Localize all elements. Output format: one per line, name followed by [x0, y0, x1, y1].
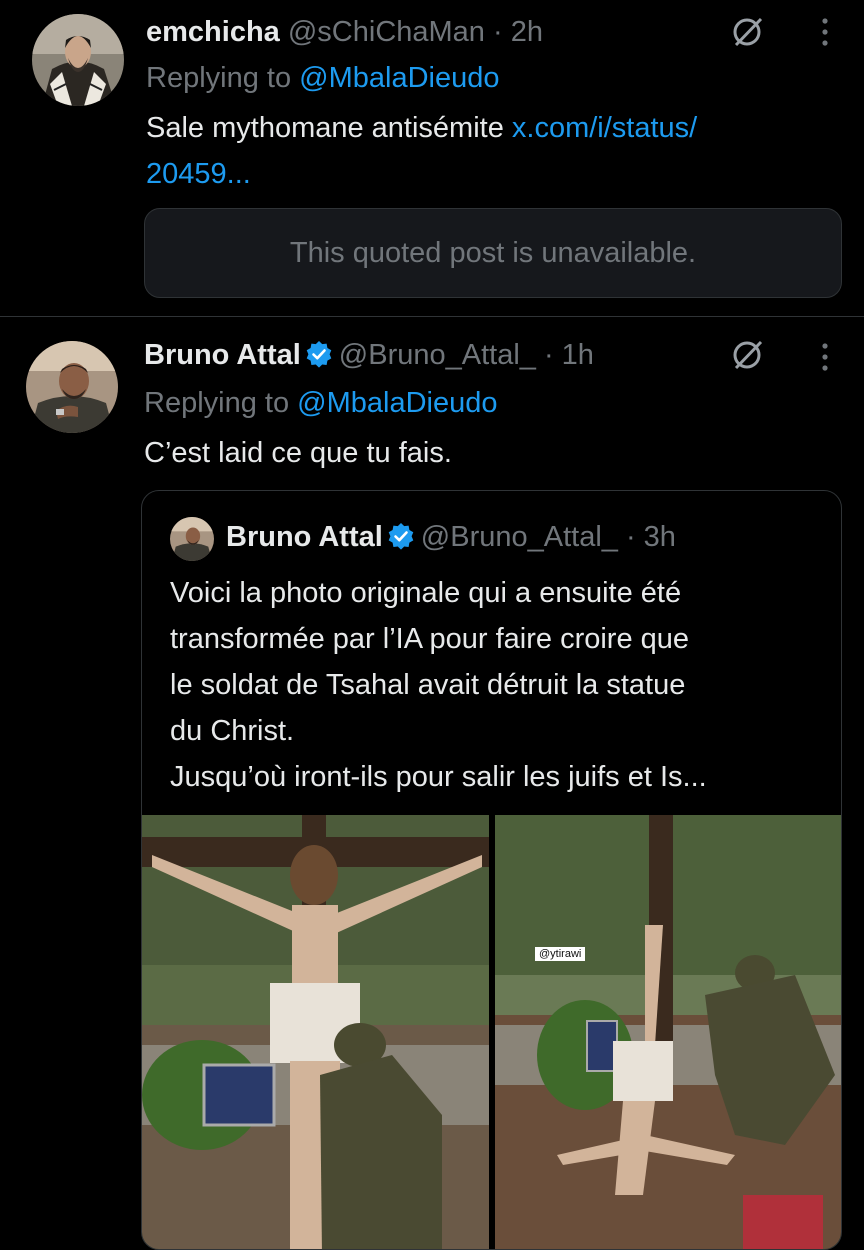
- post-text-line-2: 20459...: [146, 158, 251, 191]
- reply-post-emchicha[interactable]: emchicha @sChiChaMan · 2h Replying to @M…: [0, 0, 864, 316]
- quoted-text-line: le soldat de Tsahal avait détruit la sta…: [170, 669, 686, 701]
- replying-to-handle[interactable]: @MbalaDieudo: [299, 62, 499, 94]
- verified-badge-icon: [305, 340, 333, 376]
- post-text: C’est laid ce que tu fais.: [144, 437, 452, 470]
- display-name[interactable]: Bruno Attal: [144, 339, 301, 371]
- post-text-content: C’est laid ce que tu fais.: [144, 437, 452, 469]
- post-header: Bruno Attal @Bruno_Attal_ · 1h: [144, 339, 594, 376]
- verified-badge-icon: [387, 522, 415, 558]
- handle[interactable]: @sChiChaMan: [288, 16, 485, 48]
- status-link[interactable]: x.com/i/status/: [512, 112, 697, 144]
- quoted-text-line: Jusqu’où iront-ils pour salir les juifs …: [170, 761, 707, 793]
- replying-to-handle[interactable]: @MbalaDieudo: [297, 387, 497, 419]
- quoted-image-left[interactable]: [142, 815, 489, 1249]
- quoted-text-line: Voici la photo originale qui a ensuite é…: [170, 577, 682, 609]
- display-name[interactable]: emchicha: [146, 16, 280, 48]
- replying-to-line: Replying to @MbalaDieudo: [144, 387, 497, 420]
- more-options-icon[interactable]: [818, 16, 832, 48]
- quoted-display-name[interactable]: Bruno Attal: [226, 521, 383, 553]
- quoted-text-line: transformée par l’IA pour faire croire q…: [170, 623, 690, 655]
- post-header: emchicha @sChiChaMan · 2h: [146, 16, 543, 49]
- quoted-post-header: Bruno Attal @Bruno_Attal_ · 3h: [226, 521, 676, 558]
- replying-to-label: Replying to: [146, 62, 300, 94]
- post-text: Sale mythomane antisémite x.com/i/status…: [146, 112, 697, 145]
- reply-post-bruno-attal[interactable]: Bruno Attal @Bruno_Attal_ · 1h Replying t…: [0, 317, 864, 1250]
- quoted-post[interactable]: Bruno Attal @Bruno_Attal_ · 3h Voici la p…: [141, 490, 842, 1250]
- replying-to-line: Replying to @MbalaDieudo: [146, 62, 499, 95]
- timestamp[interactable]: · 1h: [544, 339, 594, 371]
- replying-to-label: Replying to: [144, 387, 298, 419]
- post-text-content: Sale mythomane antisémite: [146, 112, 512, 144]
- quoted-handle[interactable]: @Bruno_Attal_: [421, 521, 618, 553]
- status-link-continued[interactable]: 20459...: [146, 158, 251, 190]
- more-options-icon[interactable]: [818, 341, 832, 373]
- timestamp[interactable]: · 2h: [493, 16, 543, 48]
- grok-icon[interactable]: [730, 337, 766, 373]
- quoted-avatar[interactable]: [170, 517, 214, 561]
- handle[interactable]: @Bruno_Attal_: [339, 339, 536, 371]
- image-watermark: @ytirawi: [535, 947, 586, 961]
- grok-icon[interactable]: [730, 14, 766, 50]
- quoted-timestamp[interactable]: · 3h: [626, 521, 676, 553]
- avatar[interactable]: [26, 341, 118, 433]
- quoted-image-right[interactable]: @ytirawi: [495, 815, 841, 1249]
- quoted-text-line: du Christ.: [170, 715, 295, 747]
- avatar[interactable]: [32, 14, 124, 106]
- quoted-post-unavailable: This quoted post is unavailable.: [144, 208, 842, 298]
